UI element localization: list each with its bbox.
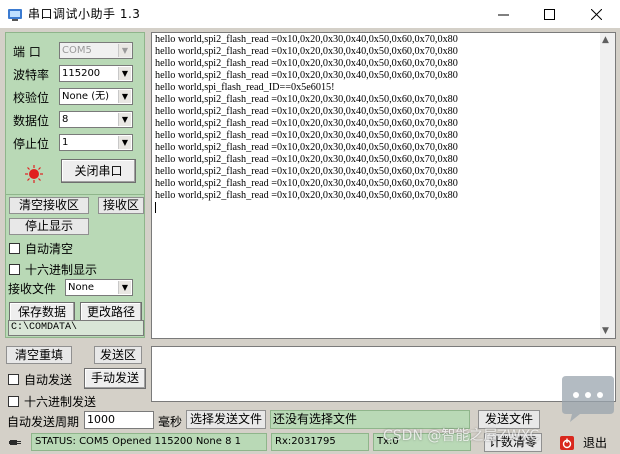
chevron-down-icon: ▼ <box>118 113 131 126</box>
receive-line: hello world,spi2_flash_read =0x10,0x20,0… <box>155 118 458 129</box>
stopbits-value: 1 <box>62 137 69 148</box>
clear-receive-button[interactable]: 清空接收区 <box>9 197 89 214</box>
period-label: 自动发送周期 <box>7 415 80 429</box>
status-text: STATUS: COM5 Opened 115200 None 8 1 <box>31 433 267 451</box>
databits-select[interactable]: 8 ▼ <box>59 111 133 128</box>
hex-send-checkbox[interactable]: 十六进制发送 <box>8 393 96 410</box>
parity-value: None (无) <box>62 91 110 102</box>
ms-label: 毫秒 <box>158 415 183 429</box>
maximize-icon <box>543 8 555 20</box>
receive-file-label: 接收文件 <box>8 282 57 296</box>
databits-label: 数据位 <box>13 114 50 128</box>
receive-options-panel: 清空接收区 接收区 停止显示 自动清空 十六进制显示 接收文件 None ▼ 保… <box>5 194 145 338</box>
hex-display-checkbox[interactable]: 十六进制显示 <box>9 261 97 278</box>
checkbox-icon <box>8 396 19 407</box>
hex-send-label: 十六进制发送 <box>24 395 97 409</box>
baud-label: 波特率 <box>13 68 50 82</box>
auto-send-checkbox[interactable]: 自动发送 <box>8 371 72 388</box>
receive-line: hello world,spi2_flash_read =0x10,0x20,0… <box>155 34 458 45</box>
window-title: 串口调试小助手 1.3 <box>28 7 141 21</box>
receive-line: hello world,spi2_flash_read =0x10,0x20,0… <box>155 70 458 81</box>
port-value: COM5 <box>62 45 92 56</box>
status-bar: STATUS: COM5 Opened 115200 None 8 1 Rx:2… <box>0 430 620 454</box>
period-value: 1000 <box>87 413 115 426</box>
minimize-icon <box>497 14 509 15</box>
serial-tool-icon <box>8 9 22 21</box>
receive-line: hello world,spi_flash_read_ID==0x5e6015! <box>155 82 335 93</box>
close-icon <box>590 8 602 20</box>
chevron-down-icon: ▼ <box>118 90 131 103</box>
databits-value: 8 <box>62 114 69 125</box>
chevron-down-icon: ▼ <box>118 136 131 149</box>
stopbits-select[interactable]: 1 ▼ <box>59 134 133 151</box>
baud-value: 115200 <box>62 68 101 79</box>
chevron-down-icon: ▼ <box>118 44 131 57</box>
receive-line: hello world,spi2_flash_read =0x10,0x20,0… <box>155 178 458 189</box>
tx-count: Tx:0 <box>373 433 471 451</box>
auto-send-label: 自动发送 <box>24 373 73 387</box>
clear-resend-button[interactable]: 清空重填 <box>6 346 72 364</box>
stop-display-button[interactable]: 停止显示 <box>9 218 89 235</box>
count-clear-button[interactable]: 计数清零 <box>484 433 542 452</box>
file-status: 还没有选择文件 <box>270 410 470 429</box>
receive-line <box>155 202 458 214</box>
port-settings-panel: 端 口 COM5 ▼ 波特率 115200 ▼ 校验位 None (无) ▼ 数… <box>5 32 145 196</box>
auto-clear-checkbox[interactable]: 自动清空 <box>9 240 73 257</box>
checkbox-icon <box>9 243 20 254</box>
send-file-button[interactable]: 发送文件 <box>478 410 540 429</box>
receive-line: hello world,spi2_flash_read =0x10,0x20,0… <box>155 106 458 117</box>
checkbox-icon <box>9 264 20 275</box>
receive-line: hello world,spi2_flash_read =0x10,0x20,0… <box>155 130 458 141</box>
scroll-up-icon[interactable]: ▲ <box>602 35 609 45</box>
receive-area-label: 接收区 <box>98 197 144 214</box>
parity-select[interactable]: None (无) ▼ <box>59 88 133 105</box>
port-label: 端 口 <box>13 45 41 59</box>
exit-button[interactable]: 退出 <box>560 433 616 452</box>
receive-line: hello world,spi2_flash_read =0x10,0x20,0… <box>155 142 458 153</box>
receive-textarea[interactable]: hello world,spi2_flash_read =0x10,0x20,0… <box>151 32 616 339</box>
receive-line: hello world,spi2_flash_read =0x10,0x20,0… <box>155 94 458 105</box>
scroll-down-icon[interactable]: ▼ <box>602 326 609 336</box>
plug-icon <box>9 440 21 445</box>
title-bar[interactable]: 串口调试小助手 1.3 <box>0 0 620 28</box>
baud-select[interactable]: 115200 ▼ <box>59 65 133 82</box>
chevron-down-icon: ▼ <box>118 281 131 294</box>
chat-bubble-icon <box>562 376 614 422</box>
auto-clear-label: 自动清空 <box>25 242 74 256</box>
receive-line: hello world,spi2_flash_read =0x10,0x20,0… <box>155 166 458 177</box>
period-input[interactable]: 1000 <box>84 411 154 429</box>
checkbox-icon <box>8 374 19 385</box>
receive-log: hello world,spi2_flash_read =0x10,0x20,0… <box>155 34 458 214</box>
receive-scrollbar[interactable]: ▲ ▼ <box>600 33 615 338</box>
minimize-button[interactable] <box>480 0 526 28</box>
maximize-button[interactable] <box>526 0 572 28</box>
port-status-led-icon <box>25 165 43 183</box>
stopbits-label: 停止位 <box>13 137 50 151</box>
save-path-field[interactable]: C:\COMDATA\ <box>8 320 144 336</box>
select-file-button[interactable]: 选择发送文件 <box>186 410 266 429</box>
receive-file-select[interactable]: None ▼ <box>65 279 133 296</box>
port-select[interactable]: COM5 ▼ <box>59 42 133 59</box>
text-caret <box>155 202 156 213</box>
hex-display-label: 十六进制显示 <box>25 263 98 277</box>
receive-line: hello world,spi2_flash_read =0x10,0x20,0… <box>155 58 458 69</box>
send-textarea[interactable] <box>151 346 616 402</box>
exit-icon <box>560 435 574 450</box>
receive-line: hello world,spi2_flash_read =0x10,0x20,0… <box>155 46 458 57</box>
send-area-label: 发送区 <box>94 346 142 364</box>
chevron-down-icon: ▼ <box>118 67 131 80</box>
parity-label: 校验位 <box>13 91 50 105</box>
receive-line: hello world,spi2_flash_read =0x10,0x20,0… <box>155 154 458 165</box>
close-port-button[interactable]: 关闭串口 <box>61 159 136 183</box>
receive-line: hello world,spi2_flash_read =0x10,0x20,0… <box>155 190 458 201</box>
rx-count: Rx:2031795 <box>271 433 369 451</box>
receive-file-value: None <box>68 282 95 293</box>
close-button[interactable] <box>573 0 619 28</box>
main-window: 端 口 COM5 ▼ 波特率 115200 ▼ 校验位 None (无) ▼ 数… <box>0 28 620 454</box>
exit-label: 退出 <box>583 436 608 450</box>
manual-send-button[interactable]: 手动发送 <box>84 368 146 389</box>
